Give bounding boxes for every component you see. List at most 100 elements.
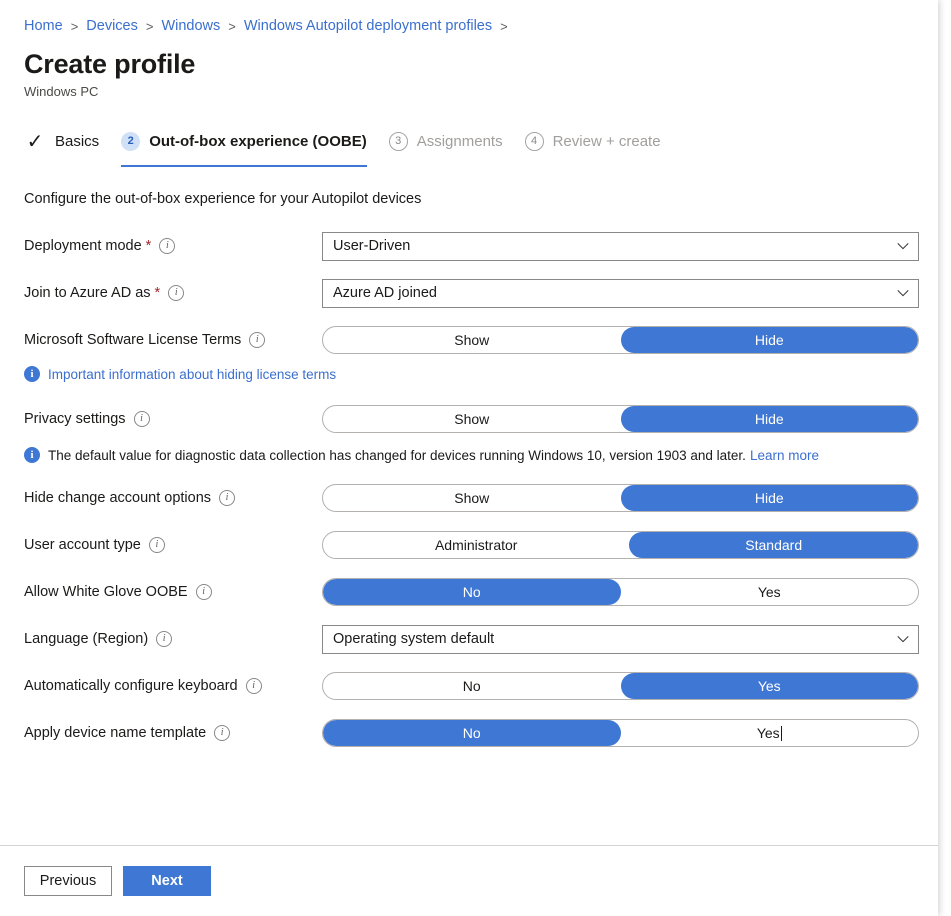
auto-keyboard-option-no[interactable]: No bbox=[323, 673, 621, 699]
breadcrumb-item-windows[interactable]: Windows bbox=[161, 18, 220, 34]
label-auto-keyboard: Automatically configure keyboard i bbox=[24, 678, 322, 694]
info-icon[interactable]: i bbox=[219, 490, 235, 506]
user-account-type-option-standard[interactable]: Standard bbox=[629, 532, 918, 558]
tab-basics[interactable]: ✓ Basics bbox=[24, 126, 99, 165]
row-white-glove-oobe: Allow White Glove OOBE i No Yes bbox=[24, 577, 914, 607]
label-text: Join to Azure AD as bbox=[24, 285, 151, 301]
breadcrumb-item-devices[interactable]: Devices bbox=[86, 18, 138, 34]
previous-button[interactable]: Previous bbox=[24, 866, 112, 896]
privacy-settings-option-show[interactable]: Show bbox=[323, 406, 621, 432]
info-icon[interactable]: i bbox=[159, 238, 175, 254]
privacy-info-banner: i The default value for diagnostic data … bbox=[24, 447, 914, 463]
auto-keyboard-toggle[interactable]: No Yes bbox=[322, 672, 919, 700]
tab-oobe[interactable]: 2 Out-of-box experience (OOBE) bbox=[121, 126, 367, 167]
label-text: Automatically configure keyboard bbox=[24, 678, 238, 694]
tab-basics-label: Basics bbox=[55, 133, 99, 150]
info-filled-icon: i bbox=[24, 447, 40, 463]
license-info-link[interactable]: Important information about hiding licen… bbox=[48, 367, 336, 382]
control-hide-change-account: Show Hide bbox=[322, 484, 919, 512]
row-hide-change-account: Hide change account options i Show Hide bbox=[24, 483, 914, 513]
create-profile-panel: Home > Devices > Windows > Windows Autop… bbox=[0, 0, 938, 916]
privacy-learn-more-link[interactable]: Learn more bbox=[750, 448, 819, 463]
breadcrumb-separator-icon: > bbox=[500, 19, 508, 34]
chevron-down-icon bbox=[896, 286, 910, 300]
info-icon[interactable]: i bbox=[249, 332, 265, 348]
row-user-account-type: User account type i Administrator Standa… bbox=[24, 530, 914, 560]
label-user-account-type: User account type i bbox=[24, 537, 322, 553]
breadcrumb-item-home[interactable]: Home bbox=[24, 18, 63, 34]
white-glove-oobe-toggle[interactable]: No Yes bbox=[322, 578, 919, 606]
required-asterisk: * bbox=[146, 238, 152, 254]
white-glove-oobe-option-yes[interactable]: Yes bbox=[621, 579, 919, 605]
hide-change-account-option-hide[interactable]: Hide bbox=[621, 485, 919, 511]
info-icon[interactable]: i bbox=[168, 285, 184, 301]
page-title: Create profile bbox=[24, 49, 914, 80]
user-account-type-toggle[interactable]: Administrator Standard bbox=[322, 531, 919, 559]
step-number-badge: 4 bbox=[525, 132, 544, 151]
oobe-form: Deployment mode * i User-Driven Join to … bbox=[24, 231, 914, 748]
deployment-mode-value: User-Driven bbox=[333, 238, 896, 254]
join-azure-ad-select[interactable]: Azure AD joined bbox=[322, 279, 919, 308]
breadcrumb: Home > Devices > Windows > Windows Autop… bbox=[24, 0, 914, 37]
privacy-settings-toggle[interactable]: Show Hide bbox=[322, 405, 919, 433]
tab-review-create-label: Review + create bbox=[553, 133, 661, 150]
row-device-name-template: Apply device name template i No Yes bbox=[24, 718, 914, 748]
label-deployment-mode: Deployment mode * i bbox=[24, 238, 322, 254]
tab-assignments[interactable]: 3 Assignments bbox=[389, 126, 503, 165]
control-privacy-settings: Show Hide bbox=[322, 405, 919, 433]
control-language-region: Operating system default bbox=[322, 625, 919, 654]
label-hide-change-account: Hide change account options i bbox=[24, 490, 322, 506]
join-azure-ad-value: Azure AD joined bbox=[333, 285, 896, 301]
device-name-template-option-no[interactable]: No bbox=[323, 720, 621, 746]
label-text: Microsoft Software License Terms bbox=[24, 332, 241, 348]
label-text: Allow White Glove OOBE bbox=[24, 584, 188, 600]
tab-review-create[interactable]: 4 Review + create bbox=[525, 126, 661, 165]
info-icon[interactable]: i bbox=[156, 631, 172, 647]
control-license-terms: Show Hide bbox=[322, 326, 919, 354]
language-region-select[interactable]: Operating system default bbox=[322, 625, 919, 654]
wizard-steps: ✓ Basics 2 Out-of-box experience (OOBE) … bbox=[24, 126, 914, 166]
label-privacy-settings: Privacy settings i bbox=[24, 411, 322, 427]
info-icon[interactable]: i bbox=[196, 584, 212, 600]
info-icon[interactable]: i bbox=[134, 411, 150, 427]
info-icon[interactable]: i bbox=[246, 678, 262, 694]
device-name-template-toggle[interactable]: No Yes bbox=[322, 719, 919, 747]
text-cursor bbox=[781, 726, 782, 741]
page-subtitle: Windows PC bbox=[24, 84, 914, 99]
step-number-badge: 3 bbox=[389, 132, 408, 151]
control-join-azure-ad: Azure AD joined bbox=[322, 279, 919, 308]
auto-keyboard-option-yes[interactable]: Yes bbox=[621, 673, 919, 699]
label-device-name-template: Apply device name template i bbox=[24, 725, 322, 741]
privacy-settings-option-hide[interactable]: Hide bbox=[621, 406, 919, 432]
control-white-glove-oobe: No Yes bbox=[322, 578, 919, 606]
license-terms-option-hide[interactable]: Hide bbox=[621, 327, 919, 353]
tab-assignments-label: Assignments bbox=[417, 133, 503, 150]
hide-change-account-toggle[interactable]: Show Hide bbox=[322, 484, 919, 512]
wizard-footer: Previous Next bbox=[0, 845, 938, 916]
next-button[interactable]: Next bbox=[123, 866, 211, 896]
label-join-azure-ad: Join to Azure AD as * i bbox=[24, 285, 322, 301]
breadcrumb-item-autopilot-profiles[interactable]: Windows Autopilot deployment profiles bbox=[244, 18, 492, 34]
label-text: Privacy settings bbox=[24, 411, 126, 427]
label-text: Deployment mode bbox=[24, 238, 142, 254]
user-account-type-option-administrator[interactable]: Administrator bbox=[323, 532, 629, 558]
deployment-mode-select[interactable]: User-Driven bbox=[322, 232, 919, 261]
control-user-account-type: Administrator Standard bbox=[322, 531, 919, 559]
label-text: User account type bbox=[24, 537, 141, 553]
info-icon[interactable]: i bbox=[214, 725, 230, 741]
hide-change-account-option-show[interactable]: Show bbox=[323, 485, 621, 511]
breadcrumb-separator-icon: > bbox=[228, 19, 236, 34]
chevron-down-icon bbox=[896, 239, 910, 253]
label-license-terms: Microsoft Software License Terms i bbox=[24, 332, 322, 348]
control-deployment-mode: User-Driven bbox=[322, 232, 919, 261]
white-glove-oobe-option-no[interactable]: No bbox=[323, 579, 621, 605]
chevron-down-icon bbox=[896, 632, 910, 646]
row-language-region: Language (Region) i Operating system def… bbox=[24, 624, 914, 654]
info-icon[interactable]: i bbox=[149, 537, 165, 553]
check-icon: ✓ bbox=[24, 132, 46, 151]
license-terms-option-show[interactable]: Show bbox=[323, 327, 621, 353]
panel-content: Home > Devices > Windows > Windows Autop… bbox=[0, 0, 938, 845]
license-terms-toggle[interactable]: Show Hide bbox=[322, 326, 919, 354]
device-name-template-option-yes[interactable]: Yes bbox=[621, 720, 919, 746]
privacy-info-text: The default value for diagnostic data co… bbox=[48, 448, 746, 463]
